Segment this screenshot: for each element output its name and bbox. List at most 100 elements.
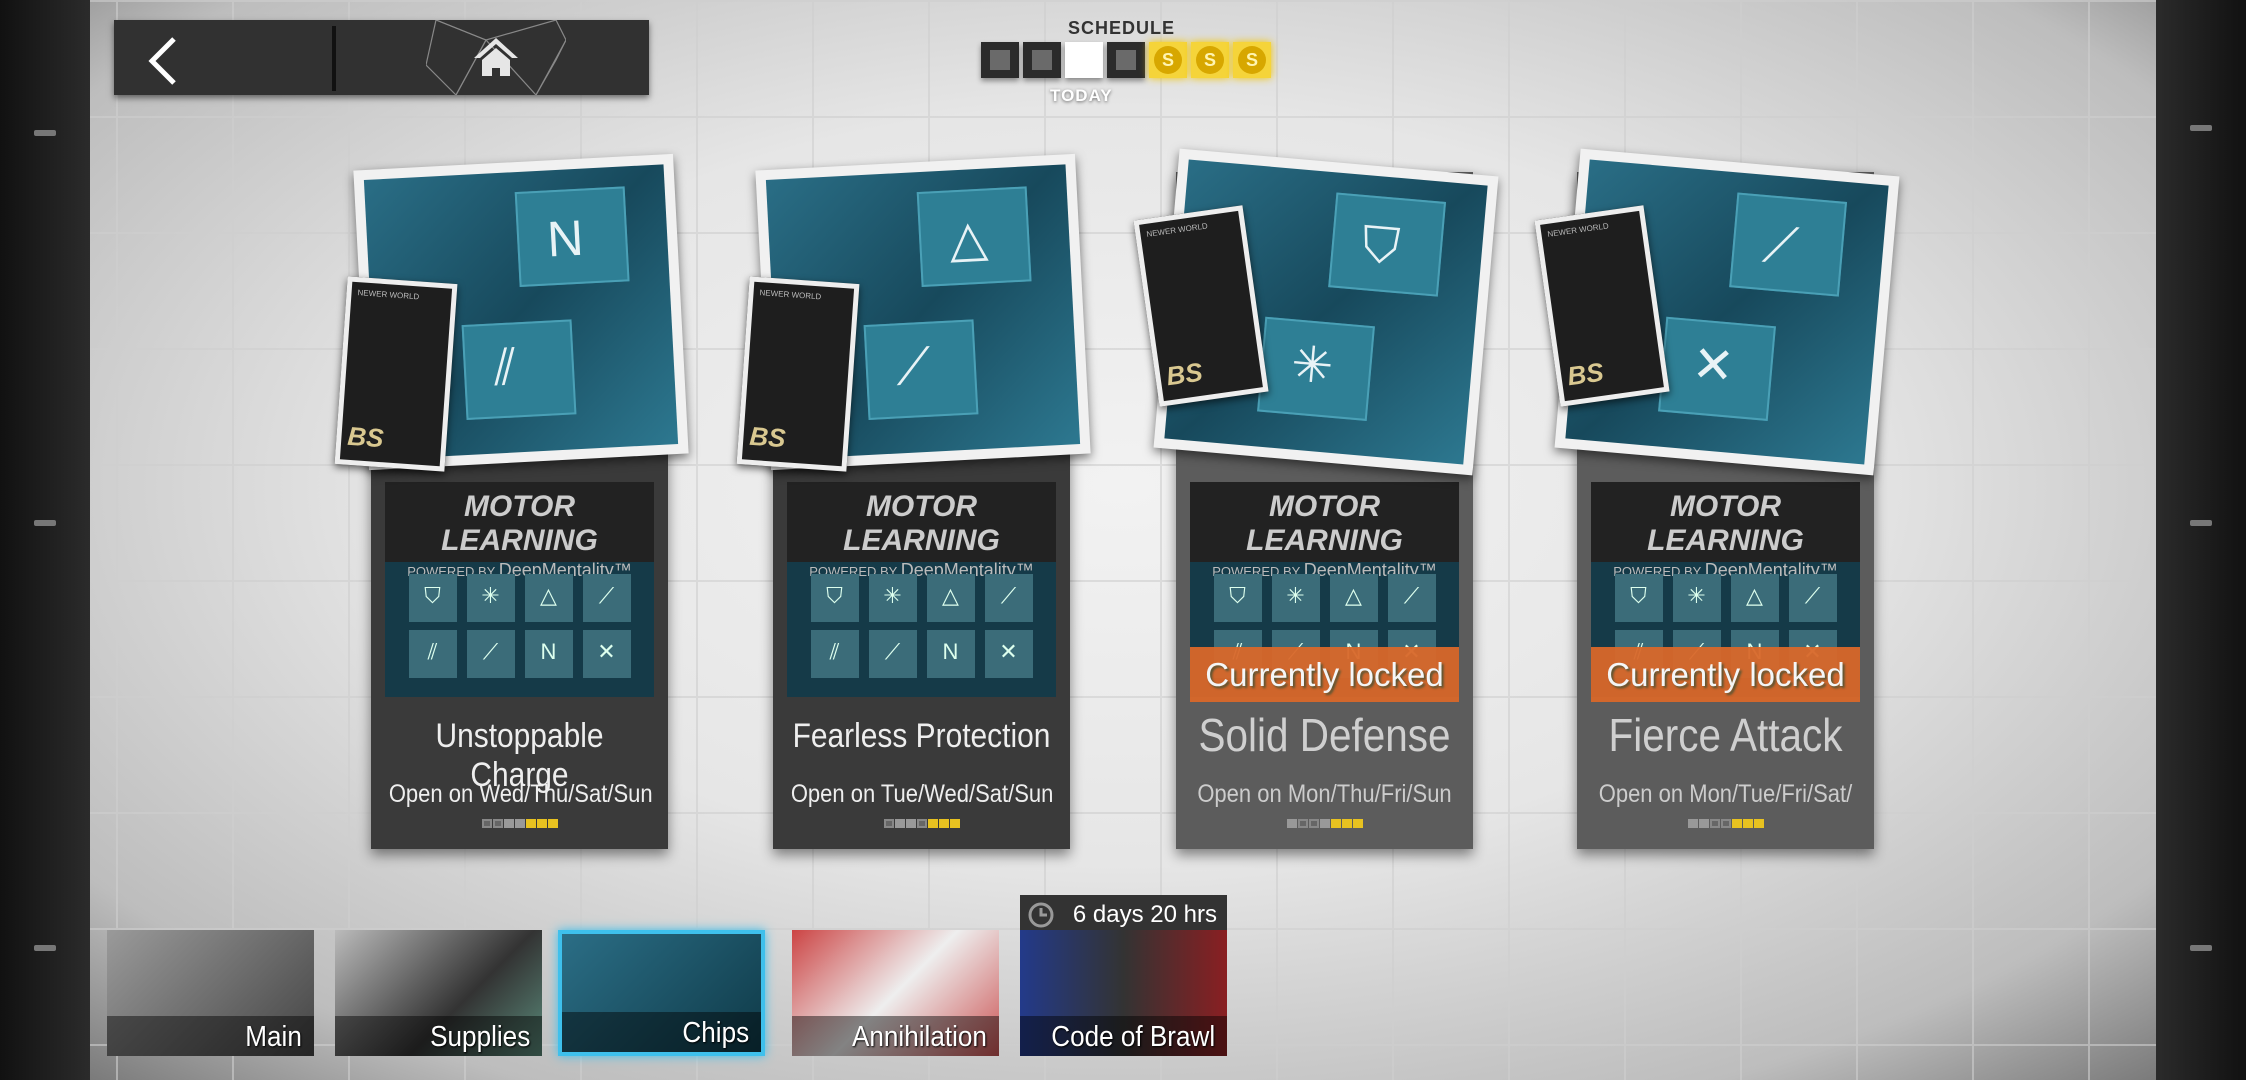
chip-icon: ✳	[868, 574, 917, 622]
mini-day	[1731, 819, 1742, 828]
chip-icon: ⟋	[466, 630, 515, 678]
mini-day	[894, 819, 905, 828]
mini-day	[1698, 819, 1709, 828]
mini-day	[492, 819, 503, 828]
mini-day	[883, 819, 894, 828]
stage-name: Fierce Attack	[1608, 709, 1843, 761]
schedule-day-supply: S	[1149, 42, 1187, 78]
right-frame	[2156, 0, 2246, 1080]
banner-title: MOTOR LEARNING	[1246, 490, 1403, 557]
home-button[interactable]	[336, 20, 649, 95]
schedule-title: SCHEDULE	[1068, 18, 1176, 38]
mini-day	[1687, 819, 1698, 828]
tab-code-of-brawl[interactable]: Code of Brawl	[1020, 930, 1227, 1056]
mini-day	[503, 819, 514, 828]
schedule-week: SSS	[981, 42, 1271, 78]
stage-card-fearless-protection[interactable]: MOTOR LEARNING POWERED BY DeepMentality™ …	[736, 153, 1091, 849]
open-days: Open on Tue/Wed/Sat/Sun	[790, 780, 1054, 808]
chip-icon: △	[524, 574, 573, 622]
supply-coin-icon: S	[1196, 46, 1224, 74]
stage-card-unstoppable-charge[interactable]: MOTOR LEARNING POWERED BY DeepMentality™ …	[334, 153, 689, 849]
chip-icon: △	[1329, 574, 1378, 622]
chip-icon: ⟋	[984, 574, 1033, 622]
mini-day	[536, 819, 547, 828]
tab-annihilation[interactable]: Annihilation	[792, 930, 999, 1056]
mini-day	[547, 819, 558, 828]
mini-day	[1352, 819, 1363, 828]
stage-card-solid-defense[interactable]: MOTOR LEARNING POWERED BY DeepMentality™ …	[1133, 148, 1499, 849]
mini-day	[1319, 819, 1330, 828]
chip-symbol-icon: ⟋	[894, 337, 933, 396]
schedule-day-closed	[1023, 42, 1061, 78]
open-days: Open on Mon/Tue/Fri/Sat/	[1598, 780, 1853, 808]
mini-day	[1720, 819, 1731, 828]
mini-day	[949, 819, 960, 828]
home-icon	[426, 20, 566, 95]
chip-icon: ✳	[466, 574, 515, 622]
mini-schedule	[773, 819, 1070, 828]
chip-grid: ⛉✳△⟋⫽⟋N✕	[787, 574, 1056, 678]
open-days: Open on Wed/Thu/Sat/Sun	[388, 780, 653, 808]
schedule-day-supply: S	[1191, 42, 1229, 78]
chip-icon: N	[524, 630, 573, 678]
schedule-day-closed	[1107, 42, 1145, 78]
tab-label: Main	[245, 1021, 302, 1053]
chip-symbol-icon: ⫽	[492, 338, 518, 396]
chip-icon: ✳	[1271, 574, 1320, 622]
banner-title: MOTOR LEARNING	[843, 490, 1000, 557]
stage-name: Solid Defense	[1198, 709, 1451, 761]
banner-title: MOTOR LEARNING	[1647, 490, 1804, 557]
tab-chips[interactable]: Chips	[558, 930, 765, 1056]
mini-day	[927, 819, 938, 828]
tab-supplies[interactable]: Supplies	[335, 930, 542, 1056]
mini-day	[905, 819, 916, 828]
chip-icon: ⛉	[1213, 574, 1262, 622]
supply-coin-icon: S	[1238, 46, 1266, 74]
mini-day	[938, 819, 949, 828]
chip-symbol-icon: ⟋	[1760, 215, 1801, 275]
clock-icon	[1028, 902, 1054, 928]
chip-symbol-icon: N	[545, 209, 585, 268]
mini-day	[525, 819, 536, 828]
left-frame	[0, 0, 90, 1080]
schedule-day-closed	[981, 42, 1019, 78]
back-button[interactable]	[114, 20, 332, 95]
mini-day	[1742, 819, 1753, 828]
chip-symbol-icon: ✳	[1288, 335, 1336, 395]
tab-label: Supplies	[429, 1021, 530, 1053]
mini-day	[1308, 819, 1319, 828]
schedule-day-today	[1065, 42, 1103, 78]
day-square-icon	[990, 50, 1010, 70]
schedule-day-supply: S	[1233, 42, 1271, 78]
chip-icon: ⫽	[408, 630, 457, 678]
mini-day	[1286, 819, 1297, 828]
chip-icon: ✕	[984, 630, 1033, 678]
today-label: TODAY	[1050, 86, 1113, 105]
tab-main[interactable]: Main	[107, 930, 314, 1056]
bs-card-logo: NEWER WORLD BS	[334, 276, 458, 472]
chevron-left-icon	[148, 37, 176, 85]
chip-icon: ✳	[1672, 574, 1721, 622]
supply-coin-icon: S	[1154, 46, 1182, 74]
chip-icon: ⟋	[582, 574, 631, 622]
motor-learning-banner: MOTOR LEARNING POWERED BY DeepMentality™ …	[385, 482, 654, 697]
chip-icon: △	[1730, 574, 1779, 622]
mini-day	[1341, 819, 1352, 828]
locked-banner: Currently locked	[1190, 647, 1459, 702]
mini-schedule	[371, 819, 668, 828]
mini-schedule	[1577, 819, 1874, 828]
motor-learning-banner: MOTOR LEARNING POWERED BY DeepMentality™ …	[787, 482, 1056, 697]
chip-icon: ⛉	[408, 574, 457, 622]
chip-symbol-icon: ⛉	[1359, 215, 1402, 276]
chip-icon: ⛉	[810, 574, 859, 622]
chip-icon: ✕	[582, 630, 631, 678]
banner-title: MOTOR LEARNING	[441, 490, 598, 557]
event-timer: 6 days 20 hrs	[1020, 895, 1227, 933]
stage-card-fierce-attack[interactable]: MOTOR LEARNING POWERED BY DeepMentality™ …	[1534, 148, 1900, 849]
stage-name: Fearless Protection	[792, 717, 1051, 755]
chip-symbol-icon: △	[947, 209, 990, 268]
bs-card-logo: NEWER WORLD BS	[736, 276, 860, 472]
mini-day	[1753, 819, 1764, 828]
chip-icon: △	[926, 574, 975, 622]
chip-icon: N	[926, 630, 975, 678]
